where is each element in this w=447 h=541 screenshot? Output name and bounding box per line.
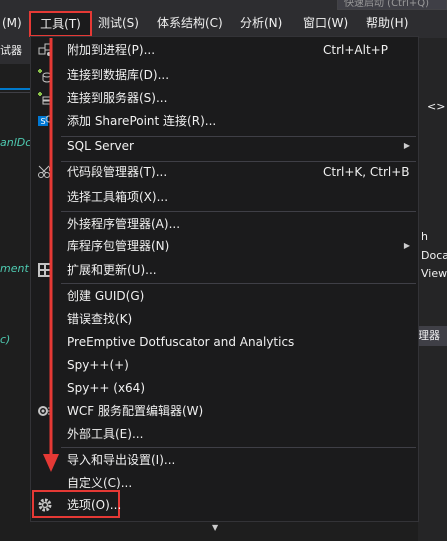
right-text: View [421, 267, 447, 280]
snippet-manager-icon [38, 165, 52, 178]
menu-analyze[interactable]: 分析(N) [240, 11, 282, 35]
explorer-tab[interactable]: 理器 [418, 326, 447, 346]
editor-left [0, 38, 32, 541]
code-fragment: c) [0, 333, 11, 346]
scroll-down-icon[interactable]: ▼ [212, 523, 218, 532]
menu-help[interactable]: 帮助(H) [366, 11, 408, 35]
menu-item-create-guid[interactable]: 创建 GUID(G) [31, 284, 418, 308]
menu-item-snippet-manager[interactable]: 代码段管理器(T)... Ctrl+K, Ctrl+B [31, 160, 418, 184]
active-tab-indicator [0, 88, 30, 90]
menu-item-library-package-manager[interactable]: 库程序包管理器(N) ▶ [31, 234, 418, 258]
editor-divider [0, 92, 30, 93]
menu-item-spy-plus[interactable]: Spy++(+) [31, 353, 418, 377]
extensions-icon [38, 263, 52, 277]
menu-item-external-tools[interactable]: 外部工具(E)... [31, 422, 418, 446]
menu-item-addin-manager[interactable]: 外接程序管理器(A)... [31, 212, 418, 236]
right-text: Doca [421, 249, 447, 262]
menu-item-spy-x64[interactable]: Spy++ (x64) [31, 376, 418, 400]
menu-tools[interactable]: 工具(T) [29, 11, 92, 37]
right-panel [418, 38, 447, 541]
quick-launch-input[interactable]: 快速启动 (Ctrl+Q) [337, 0, 447, 10]
menu-item-dotfuscator[interactable]: PreEmptive Dotfuscator and Analytics [31, 330, 418, 354]
menu-item-import-export-settings[interactable]: 导入和导出设置(I)... [31, 448, 418, 472]
menu-item-choose-toolbox-items[interactable]: 选择工具箱项(X)... [31, 185, 418, 209]
sharepoint-icon: S [38, 115, 53, 126]
menu-item-connect-server[interactable]: 连接到服务器(S)... [31, 86, 418, 110]
debugger-toolbar-label: 试器 [0, 38, 32, 64]
code-bracket-icon[interactable]: <> [427, 100, 445, 113]
submenu-arrow-icon: ▶ [403, 141, 410, 150]
menu-item-add-sharepoint[interactable]: S 添加 SharePoint 连接(R)... [31, 109, 418, 133]
menu-item-wcf-config-editor[interactable]: WCF 服务配置编辑器(W) [31, 399, 418, 423]
menu-m[interactable]: (M) [2, 11, 22, 35]
menu-architecture[interactable]: 体系结构(C) [157, 11, 223, 35]
menu-item-options[interactable]: 选项(O)... [31, 493, 418, 517]
menu-item-extensions-updates[interactable]: 扩展和更新(U)... [31, 258, 418, 282]
menu-item-attach-process[interactable]: 附加到进程(P)... Ctrl+Alt+P [31, 38, 418, 62]
tools-menu: 附加到进程(P)... Ctrl+Alt+P 连接到数据库(D)... 连接到服… [30, 36, 419, 522]
code-fragment: ment [0, 262, 29, 275]
right-text: h [421, 230, 428, 243]
menu-item-error-lookup[interactable]: 错误查找(K) [31, 307, 418, 331]
connect-server-icon [38, 92, 53, 105]
attach-process-icon [38, 43, 52, 56]
menu-window[interactable]: 窗口(W) [303, 11, 348, 35]
gear-icon [38, 498, 52, 512]
menu-test[interactable]: 测试(S) [98, 11, 139, 35]
menu-item-sql-server[interactable]: SQL Server ▶ [31, 134, 418, 158]
code-fragment: anlDc [0, 136, 32, 149]
submenu-arrow-icon: ▶ [403, 241, 410, 250]
connect-database-icon [38, 69, 52, 83]
wcf-config-icon [38, 406, 52, 416]
menu-item-connect-database[interactable]: 连接到数据库(D)... [31, 63, 418, 87]
svg-text:S: S [40, 117, 45, 126]
